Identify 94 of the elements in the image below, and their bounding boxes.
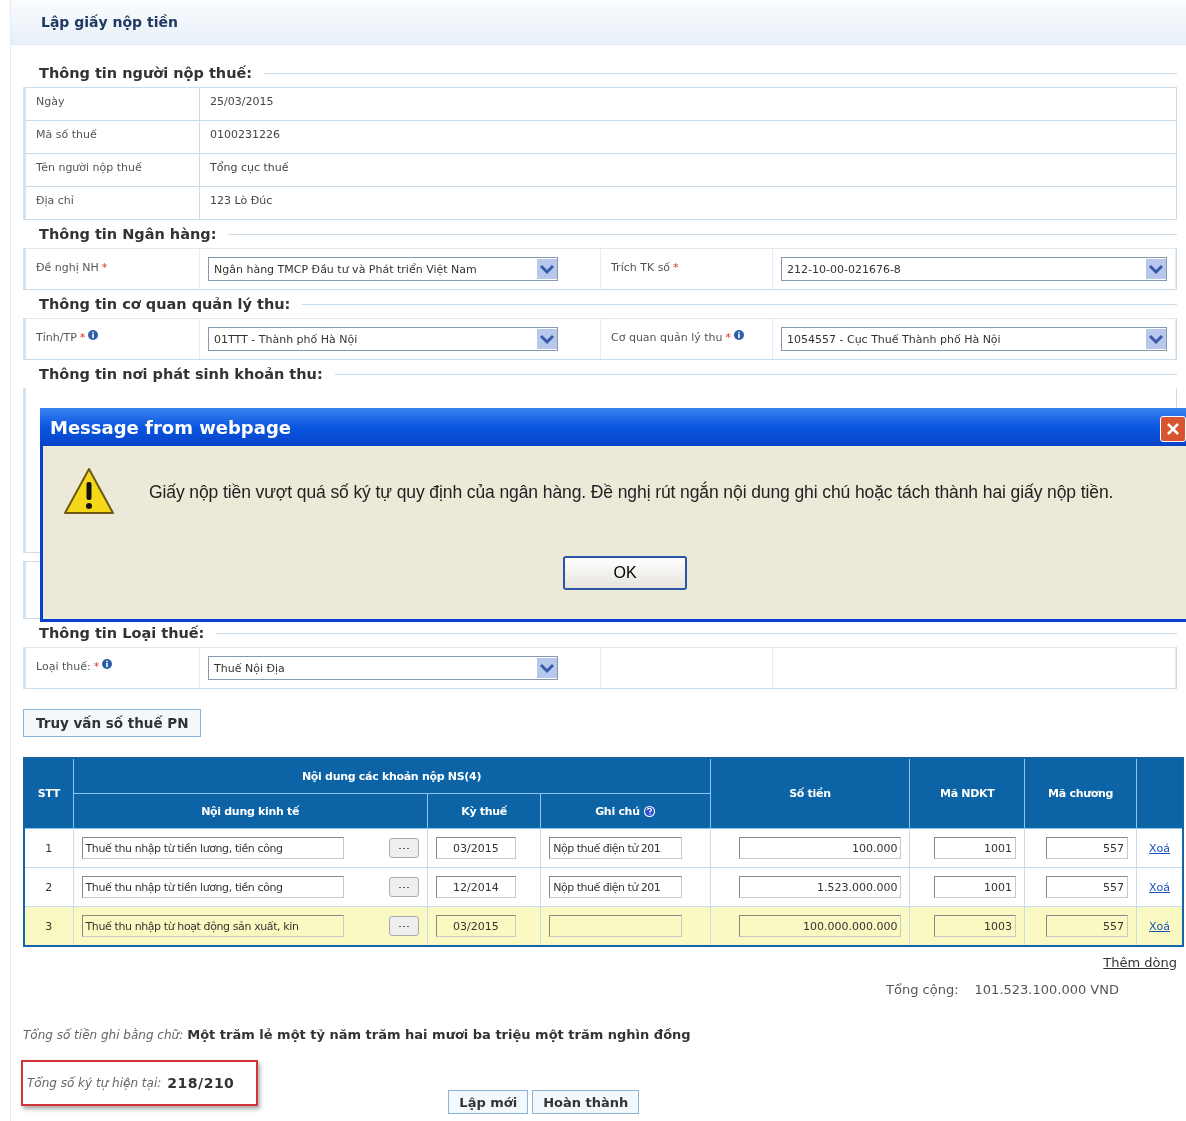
delete-link[interactable]: Xoá <box>1149 919 1171 933</box>
input-field[interactable]: 557 <box>1046 876 1129 898</box>
required-mark: * <box>673 261 679 274</box>
required-mark: * <box>79 331 86 344</box>
input-field[interactable]: 1001 <box>934 876 1017 898</box>
column-header: Nội dung các khoản nộp NS(4) <box>73 758 710 794</box>
section-title: Thông tin Ngân hàng: <box>39 226 217 242</box>
field-value: Tổng cục thuế <box>209 160 290 176</box>
form-button[interactable]: Lập mới <box>448 1090 529 1114</box>
ok-button[interactable]: OK <box>563 556 687 590</box>
input-field[interactable]: 03/2015 <box>435 915 516 937</box>
input-field[interactable]: Thuế thu nhập từ tiền lương, tiền công <box>81 837 344 859</box>
total-value: 101.523.100.000 VND <box>974 982 1119 997</box>
column-header: STT <box>24 758 74 829</box>
ellipsis-icon <box>398 885 409 889</box>
column-header: Mã NDKT <box>909 758 1025 829</box>
input-field[interactable]: 03/2015 <box>435 837 516 859</box>
input-field[interactable]: 1003 <box>934 915 1017 937</box>
input-field[interactable]: 100.000 <box>739 837 902 859</box>
required-mark: * <box>101 261 108 274</box>
browse-button[interactable] <box>388 916 419 936</box>
delete-link[interactable]: Xoá <box>1149 841 1171 855</box>
input-field[interactable]: Nộp thuế điện tử 201 <box>549 876 683 898</box>
dropdown[interactable]: Thuế Nội Địa <box>208 656 558 680</box>
dropdown[interactable]: 212-10-00-021676-8 <box>781 257 1167 281</box>
table-row[interactable]: 3 Thuế thu nhập từ hoạt động sản xuất, kin 03/2015 100.000.000.000 1003 557 Xoá <box>24 906 1183 946</box>
field-value: 0100231226 <box>209 127 281 143</box>
input-field[interactable]: 1.523.000.000 <box>739 876 902 898</box>
required-mark: * <box>725 331 732 344</box>
words-label: Tổng số tiền ghi bằng chữ: <box>23 1028 184 1042</box>
field-label: Đề nghị NH <box>36 261 99 274</box>
page-title: Lập giấy nộp tiền <box>41 14 178 30</box>
column-header: Số tiền <box>710 758 910 829</box>
field-label: Ngày <box>26 88 200 120</box>
field-value: 123 Lò Đúc <box>209 193 274 209</box>
help-icon <box>642 804 656 818</box>
table-cell: 3 <box>24 906 74 946</box>
info-icon <box>102 659 113 669</box>
field-label: Tên người nộp thuế <box>26 154 200 186</box>
close-button[interactable] <box>1160 416 1186 442</box>
table-row[interactable]: 1 Thuế thu nhập từ tiền lương, tiền công 03/2015 Nộp thuế điện tử 201 100.000 1001 557 Xoá <box>24 828 1183 868</box>
section-title: Thông tin người nộp thuế: <box>39 65 253 81</box>
count-label: Tổng số ký tự hiện tại: <box>27 1076 162 1090</box>
column-header: Kỳ thuế <box>427 793 541 829</box>
input-field[interactable]: 557 <box>1046 915 1129 937</box>
input-field[interactable] <box>549 915 683 937</box>
form-button[interactable]: Hoàn thành <box>532 1090 640 1114</box>
total-label: Tổng cộng: <box>886 982 959 997</box>
delete-link[interactable]: Xoá <box>1149 880 1171 894</box>
browse-button[interactable] <box>388 877 419 897</box>
count-value: 218/210 <box>167 1075 235 1091</box>
input-field[interactable]: Thuế thu nhập từ tiền lương, tiền công <box>81 876 344 898</box>
caret-icon <box>1146 259 1166 279</box>
field-label: Mã số thuế <box>26 121 200 153</box>
info-icon <box>88 330 99 340</box>
section-title: Thông tin cơ quan quản lý thu: <box>39 296 291 312</box>
table-row[interactable]: 2 Thuế thu nhập từ tiền lương, tiền công 12/2014 Nộp thuế điện tử 201 1.523.000.000 1001 557 Xoá <box>24 867 1183 907</box>
input-field[interactable]: Nộp thuế điện tử 201 <box>549 837 683 859</box>
field-value: 25/03/2015 <box>209 94 275 110</box>
input-field[interactable]: 100.000.000.000 <box>739 915 902 937</box>
add-row-link[interactable]: Thêm dòng <box>1103 955 1177 970</box>
input-field[interactable]: 557 <box>1046 837 1129 859</box>
column-header: Mã chương <box>1024 758 1137 829</box>
input-field[interactable]: 12/2014 <box>435 876 516 898</box>
field-label: Trích TK số <box>611 261 671 274</box>
caret-icon <box>1146 329 1166 349</box>
dropdown[interactable]: 01TTT - Thành phố Hà Nội <box>208 327 558 351</box>
close-icon <box>1167 423 1179 435</box>
caret-icon <box>537 329 557 349</box>
field-label: Địa chỉ <box>26 187 200 219</box>
ellipsis-icon <box>398 924 409 928</box>
dropdown[interactable]: 1054557 - Cục Thuế Thành phố Hà Nội <box>781 327 1167 351</box>
input-field[interactable]: Thuế thu nhập từ hoạt động sản xuất, kin <box>81 915 344 937</box>
caret-icon <box>537 259 557 279</box>
input-field[interactable]: 1001 <box>934 837 1017 859</box>
words-value: Một trăm lẻ một tỷ năm trăm hai mươi ba triệu một trăm nghìn đồng <box>187 1027 691 1042</box>
required-mark: * <box>93 660 100 673</box>
caret-icon <box>537 658 557 678</box>
info-icon <box>734 330 745 340</box>
column-header: Ghi chú <box>595 804 656 818</box>
dropdown[interactable]: Ngân hàng TMCP Đầu tư và Phát triển Việt Nam <box>208 257 558 281</box>
ellipsis-icon <box>398 846 409 850</box>
column-header: Nội dung kinh tế <box>73 793 428 829</box>
section-title: Thông tin nơi phát sinh khoản thu: <box>39 366 323 382</box>
browse-button[interactable] <box>388 838 419 858</box>
dialog-title: Message from webpage <box>50 416 291 438</box>
table-cell: 1 <box>24 828 74 868</box>
section-title: Thông tin Loại thuế: <box>39 625 205 641</box>
field-label: Cơ quan quản lý thu <box>611 331 723 344</box>
table-cell: 2 <box>24 867 74 907</box>
dialog-message: Giấy nộp tiền vượt quá số ký tự quy định của ngân hàng. Đề nghị rút ngắn nội dung ghi chú hoặc tách thành hai giấy nộp tiền. <box>149 481 1114 503</box>
field-label: Tỉnh/TP <box>36 331 77 344</box>
field-label: Loại thuế: <box>36 660 91 673</box>
query-button[interactable]: Truy vấn số thuế PN <box>23 709 202 737</box>
